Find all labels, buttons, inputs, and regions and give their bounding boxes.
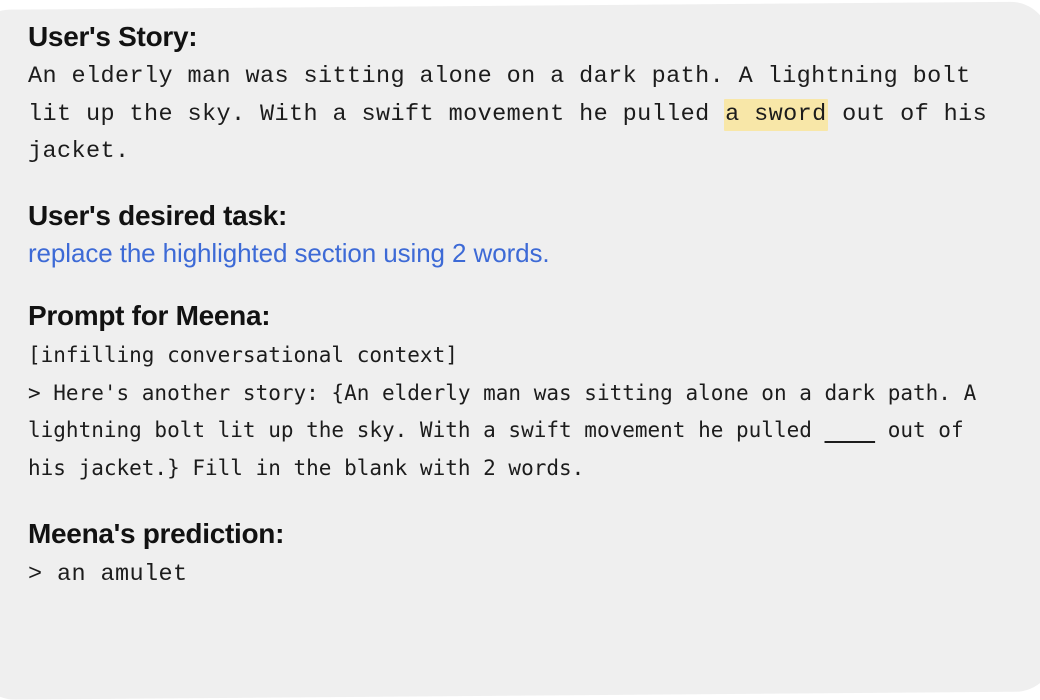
task-section: User's desired task: replace the highlig…	[28, 199, 1014, 270]
prompt-heading: Prompt for Meena:	[28, 300, 271, 332]
prediction-heading: Meena's prediction:	[28, 518, 285, 550]
prompt-blank-placeholder	[825, 418, 876, 442]
example-content: User's Story: An elderly man was sitting…	[0, 0, 1040, 670]
task-description: replace the highlighted section using 2 …	[28, 237, 550, 268]
story-text: An elderly man was sitting alone on a da…	[28, 58, 1014, 171]
story-highlighted-phrase: a sword	[724, 98, 828, 131]
prompt-body: > Here's another story: {An elderly man …	[28, 375, 1014, 488]
task-heading: User's desired task:	[28, 199, 288, 231]
story-heading: User's Story:	[28, 21, 198, 52]
prompt-context-tag: [infilling conversational context]	[28, 343, 458, 368]
prediction-text: > an amulet	[28, 560, 188, 588]
prediction-section: Meena's prediction: > an amulet	[28, 517, 1014, 593]
story-section: User's Story: An elderly man was sitting…	[28, 20, 1014, 171]
prompt-section: Prompt for Meena: [infilling conversatio…	[28, 299, 1014, 487]
